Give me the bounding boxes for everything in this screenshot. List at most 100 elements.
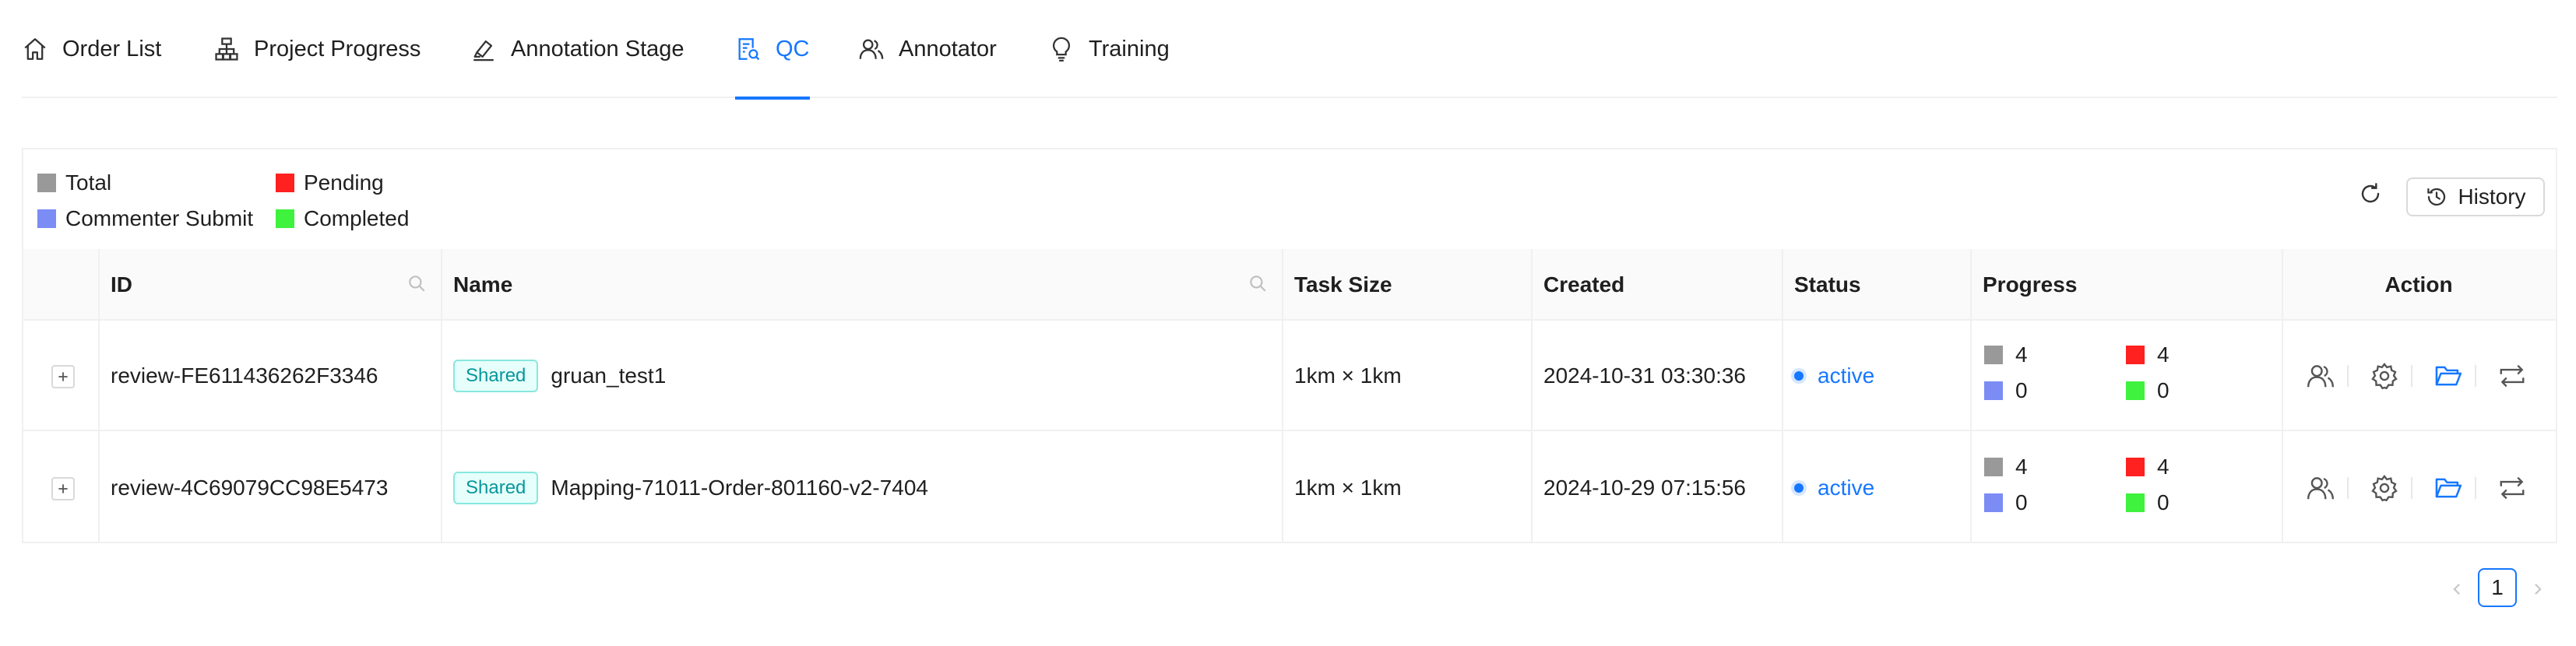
tab-order-list[interactable]: Order List xyxy=(22,0,161,98)
progress-pending: 4 xyxy=(2126,339,2170,370)
reload-icon xyxy=(2358,181,2383,212)
history-button[interactable]: History xyxy=(2406,177,2545,216)
tab-qc[interactable]: QC xyxy=(735,0,810,100)
progress-value: 4 xyxy=(2157,342,2170,367)
refresh-button[interactable] xyxy=(2355,181,2386,212)
table-row: review-FE611436262F3346 Shared gruan_tes… xyxy=(23,321,2556,431)
progress-completed: 0 xyxy=(2126,375,2170,406)
progress-swatch xyxy=(2126,381,2145,400)
legend-swatch xyxy=(37,209,56,228)
progress-value: 0 xyxy=(2015,490,2028,514)
order-name: gruan_test1 xyxy=(551,363,667,388)
assign-user-button[interactable] xyxy=(2303,359,2338,393)
qc-table-card: Total Pending Commenter Submit Completed… xyxy=(22,148,2557,543)
table-header: ID Name Task Size Created Status Progres… xyxy=(23,249,2556,321)
swap-button[interactable] xyxy=(2495,471,2529,505)
settings-icon xyxy=(2371,363,2398,390)
column-title: Task Size xyxy=(1294,272,1392,297)
legend-label: Completed xyxy=(304,206,410,230)
column-title: Progress xyxy=(1983,272,2078,297)
plus-icon xyxy=(58,372,68,381)
cell-task-size: 1km × 1km xyxy=(1294,476,1402,500)
progress-value: 4 xyxy=(2157,455,2170,479)
tab-label: QC xyxy=(776,36,810,61)
tab-label: Training xyxy=(1089,36,1170,61)
action-divider xyxy=(2411,477,2412,499)
plus-icon xyxy=(58,484,68,493)
tab-annotation-stage[interactable]: Annotation Stage xyxy=(470,0,684,98)
swap-button[interactable] xyxy=(2495,359,2529,393)
progress-total: 4 xyxy=(1984,339,2028,370)
org-chart-icon xyxy=(213,36,240,62)
progress-commenter-submit: 0 xyxy=(1984,487,2028,518)
status-text: active xyxy=(1818,363,1875,388)
order-name: Mapping-71011-Order-801160-v2-7404 xyxy=(551,476,928,500)
column-header-created: Created xyxy=(1531,249,1782,321)
cell-status: active xyxy=(1782,433,1874,543)
assign-user-icon xyxy=(2307,477,2335,500)
cell-actions xyxy=(2282,433,2556,543)
column-header-task-size: Task Size xyxy=(1282,249,1531,321)
search-icon[interactable] xyxy=(1248,273,1268,293)
cell-progress: 4 4 0 0 xyxy=(1970,321,2282,431)
progress-swatch xyxy=(2126,458,2145,476)
cell-actions xyxy=(2282,321,2556,431)
progress-legend: Total Pending Commenter Submit Completed xyxy=(37,165,473,240)
tab-annotator[interactable]: Annotator xyxy=(858,0,997,98)
expand-row-button[interactable] xyxy=(51,365,75,388)
search-icon[interactable] xyxy=(406,273,427,293)
next-page-button[interactable] xyxy=(2526,578,2550,601)
action-divider xyxy=(2475,477,2476,499)
progress-swatch xyxy=(2126,493,2145,512)
shared-tag: Shared xyxy=(453,360,539,392)
tab-training[interactable]: Training xyxy=(1048,0,1170,98)
open-folder-button[interactable] xyxy=(2431,359,2465,393)
assign-user-button[interactable] xyxy=(2303,471,2338,505)
column-title: Action xyxy=(2384,272,2453,297)
cell-task-size: 1km × 1km xyxy=(1294,363,1402,388)
expand-column-header xyxy=(23,249,98,321)
action-divider xyxy=(2475,365,2476,387)
tab-project-progress[interactable]: Project Progress xyxy=(213,0,421,98)
tab-bar: Order List Project Progress Annotation S… xyxy=(22,0,2557,100)
cell-progress: 4 4 0 0 xyxy=(1970,433,2282,543)
settings-button[interactable] xyxy=(2367,359,2402,393)
clock-history-icon xyxy=(2427,188,2446,206)
status-text: active xyxy=(1818,476,1875,500)
users-icon xyxy=(858,36,885,62)
progress-value: 0 xyxy=(2015,378,2028,402)
progress-value: 0 xyxy=(2157,490,2170,514)
legend-label: Pending xyxy=(304,170,384,195)
status-badge: active xyxy=(1794,476,1874,500)
legend-swatch xyxy=(37,174,56,192)
prev-page-button[interactable] xyxy=(2445,578,2469,601)
column-header-name: Name xyxy=(441,249,1282,321)
column-header-status: Status xyxy=(1782,249,1970,321)
column-title: Created xyxy=(1543,272,1625,297)
progress-swatch xyxy=(1984,346,2003,364)
chevron-left-icon xyxy=(2453,583,2460,595)
column-title: Status xyxy=(1794,272,1861,297)
tab-label: Annotation Stage xyxy=(511,36,684,61)
swap-icon xyxy=(2500,365,2525,387)
legend-item-pending: Pending xyxy=(276,165,384,201)
progress-value: 4 xyxy=(2015,455,2028,479)
status-dot xyxy=(1794,483,1804,493)
column-title: Name xyxy=(453,272,513,297)
column-title: ID xyxy=(111,272,132,297)
cell-created: 2024-10-29 07:15:56 xyxy=(1543,476,1746,500)
progress-pending: 4 xyxy=(2126,451,2170,483)
open-folder-button[interactable] xyxy=(2431,471,2465,505)
table-row: review-4C69079CC98E5473 Shared Mapping-7… xyxy=(23,433,2556,543)
folder-open-icon xyxy=(2435,478,2462,498)
expand-row-button[interactable] xyxy=(51,477,75,500)
column-header-progress: Progress xyxy=(1970,249,2282,321)
cell-name: Shared gruan_test1 xyxy=(441,321,666,431)
legend-label: Total xyxy=(65,170,112,195)
legend-swatch xyxy=(276,209,294,228)
page-1-button[interactable]: 1 xyxy=(2478,568,2517,607)
legend-label: Commenter Submit xyxy=(65,206,254,230)
status-badge: active xyxy=(1794,363,1874,388)
settings-button[interactable] xyxy=(2367,471,2402,505)
folder-open-icon xyxy=(2435,366,2462,386)
